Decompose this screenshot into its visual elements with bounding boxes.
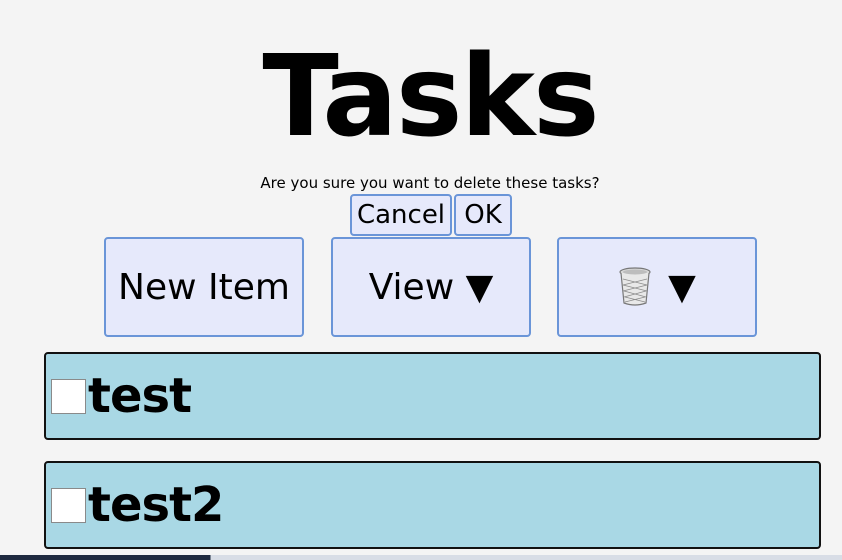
wastebasket-icon bbox=[619, 267, 651, 306]
confirm-buttons: Cancel OK bbox=[350, 194, 512, 236]
trash-menu-caret: ▼ bbox=[668, 266, 696, 308]
task-label: test bbox=[88, 368, 192, 424]
task-checkbox[interactable] bbox=[51, 487, 86, 523]
page-title: Tasks bbox=[262, 32, 599, 162]
ok-button[interactable]: OK bbox=[454, 194, 512, 236]
delete-confirm-message: Are you sure you want to delete these ta… bbox=[260, 174, 600, 192]
new-item-button[interactable]: New Item bbox=[104, 237, 304, 337]
bottom-edge bbox=[0, 555, 842, 560]
task-item[interactable]: test2 bbox=[44, 461, 821, 549]
cancel-button[interactable]: Cancel bbox=[350, 194, 452, 236]
view-dropdown-button[interactable]: View ▼ bbox=[331, 237, 531, 337]
delete-dropdown-button[interactable]: ▼ bbox=[557, 237, 757, 337]
task-item[interactable]: test bbox=[44, 352, 821, 440]
task-label: test2 bbox=[88, 477, 224, 533]
page: Tasks Are you sure you want to delete th… bbox=[0, 0, 842, 560]
task-checkbox[interactable] bbox=[51, 378, 86, 414]
